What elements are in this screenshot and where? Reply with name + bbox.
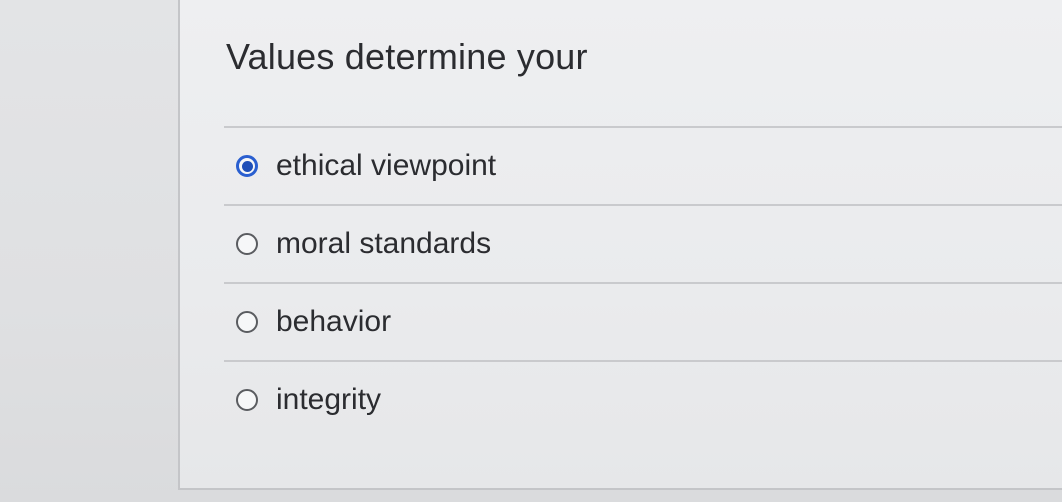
radio-selected-icon[interactable] (236, 155, 258, 177)
answer-label: ethical viewpoint (276, 149, 497, 182)
answer-option-moral-standards[interactable]: moral standards (224, 204, 1062, 282)
quiz-page: Values determine your ethical viewpoint … (0, 0, 1062, 502)
answer-option-behavior[interactable]: behavior (224, 282, 1062, 360)
answer-label: behavior (276, 305, 392, 338)
answer-option-integrity[interactable]: integrity (224, 360, 1062, 438)
radio-unselected-icon[interactable] (236, 311, 258, 333)
answer-label: integrity (276, 383, 382, 416)
answer-option-ethical-viewpoint[interactable]: ethical viewpoint (224, 126, 1062, 204)
radio-unselected-icon[interactable] (236, 389, 258, 411)
radio-dot (241, 160, 253, 172)
answer-label: moral standards (276, 227, 492, 260)
question-card: Values determine your ethical viewpoint … (178, 0, 1062, 490)
question-text: Values determine your (226, 36, 588, 77)
answer-list: ethical viewpoint moral standards behavi… (224, 126, 1062, 438)
radio-unselected-icon[interactable] (236, 233, 258, 255)
